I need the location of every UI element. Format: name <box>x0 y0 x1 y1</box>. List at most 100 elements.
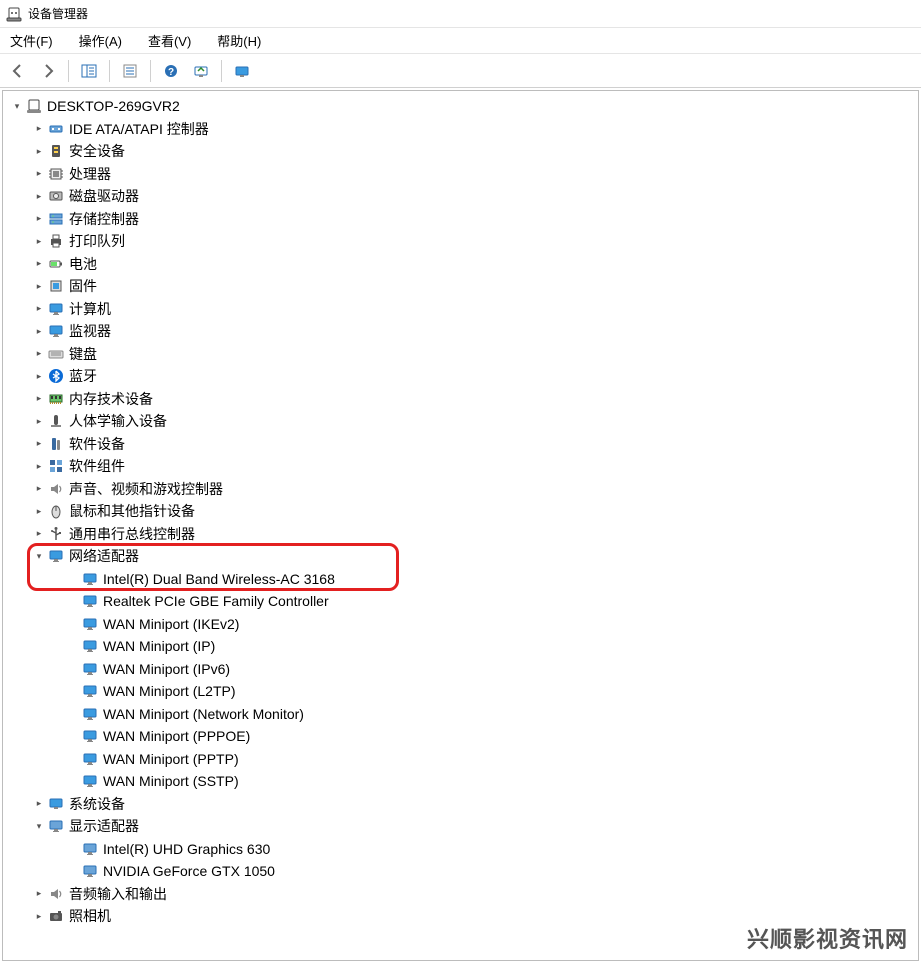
expand-hid[interactable]: ▸ <box>31 413 47 429</box>
expand-system-devices[interactable]: ▸ <box>31 796 47 812</box>
tree-node[interactable]: Realtek PCIe GBE Family Controller <box>3 590 918 613</box>
expand-swdev[interactable]: ▸ <box>31 436 47 452</box>
tree-node[interactable]: ▸ 鼠标和其他指针设备 <box>3 500 918 523</box>
expand-mouse[interactable]: ▸ <box>31 503 47 519</box>
expand-battery[interactable]: ▸ <box>31 256 47 272</box>
expand-security[interactable]: ▸ <box>31 143 47 159</box>
tree-node[interactable]: WAN Miniport (L2TP) <box>3 680 918 703</box>
network-icon <box>47 548 65 564</box>
forward-button[interactable] <box>34 57 62 85</box>
memory-icon <box>47 391 65 407</box>
expand-camera[interactable]: ▸ <box>31 908 47 924</box>
tree-node[interactable]: ▸ 蓝牙 <box>3 365 918 388</box>
tree-node[interactable]: WAN Miniport (PPTP) <box>3 748 918 771</box>
back-button[interactable] <box>4 57 32 85</box>
display-adapters-icon <box>47 818 65 834</box>
toolbar-separator <box>68 60 69 82</box>
tree-node[interactable]: WAN Miniport (SSTP) <box>3 770 918 793</box>
expand-display-adapters[interactable]: ▾ <box>31 818 47 834</box>
tree-node[interactable]: ▾ 显示适配器 <box>3 815 918 838</box>
keyboard-icon <box>47 346 65 362</box>
expand-usb[interactable]: ▸ <box>31 526 47 542</box>
network-adapter-icon <box>81 571 99 587</box>
expand-ide[interactable]: ▸ <box>31 121 47 137</box>
tree-node[interactable]: ▸ 系统设备 <box>3 793 918 816</box>
category-label: 键盘 <box>69 344 97 364</box>
scan-hardware-button[interactable] <box>187 57 215 85</box>
toolbar: ? <box>0 54 921 88</box>
show-hide-tree-button[interactable] <box>75 57 103 85</box>
category-label: 监视器 <box>69 321 111 341</box>
tree-node[interactable]: ▸ 安全设备 <box>3 140 918 163</box>
tree-node[interactable]: WAN Miniport (IKEv2) <box>3 613 918 636</box>
swdev-icon <box>47 436 65 452</box>
tree-node[interactable]: ▸ 人体学输入设备 <box>3 410 918 433</box>
tree-node[interactable]: ▸ 存储控制器 <box>3 208 918 231</box>
expand-network[interactable]: ▾ <box>31 548 47 564</box>
disk-icon <box>47 188 65 204</box>
tree-node[interactable]: WAN Miniport (IPv6) <box>3 658 918 681</box>
tree-node[interactable]: ▸ 内存技术设备 <box>3 388 918 411</box>
tree-node[interactable]: ▸ IDE ATA/ATAPI 控制器 <box>3 118 918 141</box>
menu-view[interactable]: 查看(V) <box>144 29 195 52</box>
menu-action[interactable]: 操作(A) <box>75 29 126 52</box>
tree-node[interactable]: ▸ 音频输入和输出 <box>3 883 918 906</box>
expand-print[interactable]: ▸ <box>31 233 47 249</box>
tree-node[interactable]: NVIDIA GeForce GTX 1050 <box>3 860 918 883</box>
tree-node[interactable]: ▸ 固件 <box>3 275 918 298</box>
tree-node[interactable]: ▸ 电池 <box>3 253 918 276</box>
expand-storage[interactable]: ▸ <box>31 211 47 227</box>
tree-node[interactable]: ▸ 计算机 <box>3 298 918 321</box>
tree-node[interactable]: Intel(R) UHD Graphics 630 <box>3 838 918 861</box>
expand-memory[interactable]: ▸ <box>31 391 47 407</box>
expand-bluetooth[interactable]: ▸ <box>31 368 47 384</box>
computer-icon <box>25 98 43 114</box>
network-item-label: WAN Miniport (Network Monitor) <box>103 706 304 722</box>
network-item-label: WAN Miniport (IKEv2) <box>103 616 239 632</box>
tree-node[interactable]: ▸ 处理器 <box>3 163 918 186</box>
tree-node[interactable]: WAN Miniport (Network Monitor) <box>3 703 918 726</box>
tree-node[interactable]: ▸ 磁盘驱动器 <box>3 185 918 208</box>
tree-node[interactable]: ▸ 打印队列 <box>3 230 918 253</box>
network-item-label: Intel(R) Dual Band Wireless-AC 3168 <box>103 571 335 587</box>
tree-node[interactable]: ▸ 声音、视频和游戏控制器 <box>3 478 918 501</box>
category-label: 磁盘驱动器 <box>69 186 139 206</box>
swcomp-icon <box>47 458 65 474</box>
properties-button[interactable] <box>116 57 144 85</box>
device-manager-icon <box>6 6 22 22</box>
tree-node[interactable]: ▾ DESKTOP-269GVR2 <box>3 95 918 118</box>
network-adapter-icon <box>81 751 99 767</box>
tree-node[interactable]: ▸ 通用串行总线控制器 <box>3 523 918 546</box>
update-driver-button[interactable] <box>228 57 256 85</box>
tree-node[interactable]: ▸ 软件组件 <box>3 455 918 478</box>
category-label: 安全设备 <box>69 141 125 161</box>
help-button[interactable]: ? <box>157 57 185 85</box>
display-adapter-icon <box>81 863 99 879</box>
expand-monitor[interactable]: ▸ <box>31 323 47 339</box>
tree-node[interactable]: ▾ 网络适配器 <box>3 545 918 568</box>
expand-audio[interactable]: ▸ <box>31 481 47 497</box>
expand-keyboard[interactable]: ▸ <box>31 346 47 362</box>
expand-firmware[interactable]: ▸ <box>31 278 47 294</box>
tree-node[interactable]: ▸ 监视器 <box>3 320 918 343</box>
tree-node[interactable]: WAN Miniport (IP) <box>3 635 918 658</box>
toolbar-separator <box>150 60 151 82</box>
tree-node[interactable]: Intel(R) Dual Band Wireless-AC 3168 <box>3 568 918 591</box>
expand-disk[interactable]: ▸ <box>31 188 47 204</box>
svg-text:?: ? <box>168 67 174 78</box>
menu-help[interactable]: 帮助(H) <box>213 29 265 52</box>
security-icon <box>47 143 65 159</box>
expand-cpu[interactable]: ▸ <box>31 166 47 182</box>
tree-node[interactable]: WAN Miniport (PPPOE) <box>3 725 918 748</box>
battery-icon <box>47 256 65 272</box>
sysdev-label: 系统设备 <box>69 794 125 814</box>
network-item-label: WAN Miniport (PPTP) <box>103 751 239 767</box>
expand-swcomp[interactable]: ▸ <box>31 458 47 474</box>
expand-computer[interactable]: ▾ <box>9 98 25 114</box>
expand-computer[interactable]: ▸ <box>31 301 47 317</box>
expand-audio-io[interactable]: ▸ <box>31 886 47 902</box>
network-adapter-icon <box>81 616 99 632</box>
tree-node[interactable]: ▸ 软件设备 <box>3 433 918 456</box>
tree-node[interactable]: ▸ 键盘 <box>3 343 918 366</box>
menu-file[interactable]: 文件(F) <box>6 29 57 52</box>
